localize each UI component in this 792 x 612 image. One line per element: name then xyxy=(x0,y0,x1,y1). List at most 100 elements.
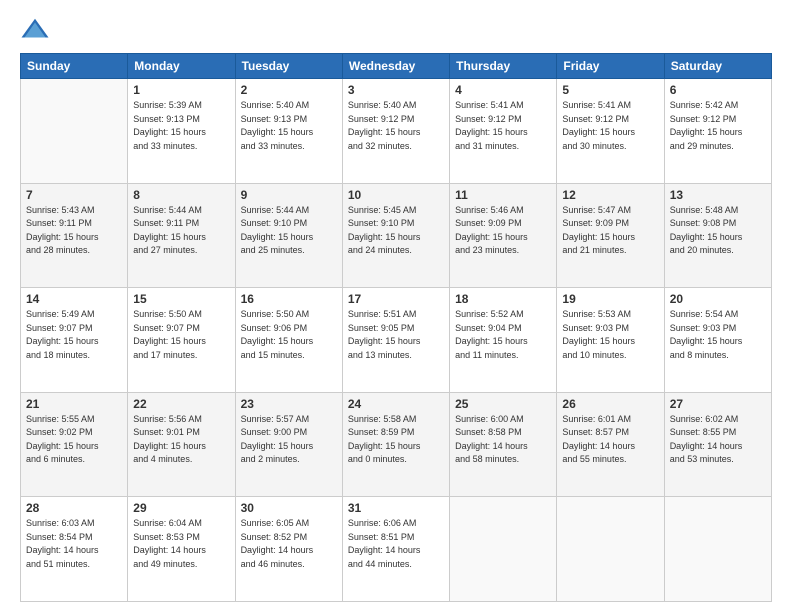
calendar-table: SundayMondayTuesdayWednesdayThursdayFrid… xyxy=(20,53,772,602)
day-number: 24 xyxy=(348,397,444,411)
day-info: Sunrise: 5:56 AM Sunset: 9:01 PM Dayligh… xyxy=(133,413,229,467)
calendar-day: 10 Sunrise: 5:45 AM Sunset: 9:10 PM Dayli… xyxy=(342,183,449,288)
day-info: Sunrise: 5:40 AM Sunset: 9:13 PM Dayligh… xyxy=(241,99,337,153)
day-info: Sunrise: 5:40 AM Sunset: 9:12 PM Dayligh… xyxy=(348,99,444,153)
day-info: Sunrise: 6:04 AM Sunset: 8:53 PM Dayligh… xyxy=(133,517,229,571)
day-number: 15 xyxy=(133,292,229,306)
calendar-day: 22 Sunrise: 5:56 AM Sunset: 9:01 PM Dayli… xyxy=(128,392,235,497)
calendar-header-row: SundayMondayTuesdayWednesdayThursdayFrid… xyxy=(21,54,772,79)
calendar-day: 31Sunrise: 6:06 AM Sunset: 8:51 PM Dayli… xyxy=(342,497,449,602)
page: SundayMondayTuesdayWednesdayThursdayFrid… xyxy=(0,0,792,612)
logo-icon xyxy=(20,15,50,45)
calendar-day: 16 Sunrise: 5:50 AM Sunset: 9:06 PM Dayli… xyxy=(235,288,342,393)
calendar-week-2: 7 Sunrise: 5:43 AM Sunset: 9:11 PM Daylig… xyxy=(21,183,772,288)
day-info: Sunrise: 6:03 AM Sunset: 8:54 PM Dayligh… xyxy=(26,517,122,571)
day-number: 11 xyxy=(455,188,551,202)
calendar-week-1: 1 Sunrise: 5:39 AM Sunset: 9:13 PM Daylig… xyxy=(21,79,772,184)
day-info: Sunrise: 6:05 AM Sunset: 8:52 PM Dayligh… xyxy=(241,517,337,571)
calendar-week-3: 14Sunrise: 5:49 AM Sunset: 9:07 PM Dayli… xyxy=(21,288,772,393)
day-info: Sunrise: 5:39 AM Sunset: 9:13 PM Dayligh… xyxy=(133,99,229,153)
day-info: Sunrise: 5:44 AM Sunset: 9:10 PM Dayligh… xyxy=(241,204,337,258)
day-info: Sunrise: 6:02 AM Sunset: 8:55 PM Dayligh… xyxy=(670,413,766,467)
calendar-day: 7 Sunrise: 5:43 AM Sunset: 9:11 PM Daylig… xyxy=(21,183,128,288)
day-info: Sunrise: 5:53 AM Sunset: 9:03 PM Dayligh… xyxy=(562,308,658,362)
calendar-header-sunday: Sunday xyxy=(21,54,128,79)
day-number: 10 xyxy=(348,188,444,202)
day-number: 31 xyxy=(348,501,444,515)
calendar-day xyxy=(664,497,771,602)
day-info: Sunrise: 5:41 AM Sunset: 9:12 PM Dayligh… xyxy=(562,99,658,153)
calendar-day: 25 Sunrise: 6:00 AM Sunset: 8:58 PM Dayli… xyxy=(450,392,557,497)
calendar-day: 11 Sunrise: 5:46 AM Sunset: 9:09 PM Dayli… xyxy=(450,183,557,288)
calendar-day: 19 Sunrise: 5:53 AM Sunset: 9:03 PM Dayli… xyxy=(557,288,664,393)
day-number: 17 xyxy=(348,292,444,306)
calendar-day: 21Sunrise: 5:55 AM Sunset: 9:02 PM Dayli… xyxy=(21,392,128,497)
calendar-day xyxy=(450,497,557,602)
day-number: 7 xyxy=(26,188,122,202)
day-number: 28 xyxy=(26,501,122,515)
day-number: 1 xyxy=(133,83,229,97)
calendar-day: 2 Sunrise: 5:40 AM Sunset: 9:13 PM Daylig… xyxy=(235,79,342,184)
logo xyxy=(20,15,54,45)
calendar-header-tuesday: Tuesday xyxy=(235,54,342,79)
day-info: Sunrise: 5:58 AM Sunset: 8:59 PM Dayligh… xyxy=(348,413,444,467)
day-info: Sunrise: 5:45 AM Sunset: 9:10 PM Dayligh… xyxy=(348,204,444,258)
calendar-header-wednesday: Wednesday xyxy=(342,54,449,79)
day-info: Sunrise: 5:50 AM Sunset: 9:06 PM Dayligh… xyxy=(241,308,337,362)
day-number: 20 xyxy=(670,292,766,306)
calendar-day: 26Sunrise: 6:01 AM Sunset: 8:57 PM Dayli… xyxy=(557,392,664,497)
day-info: Sunrise: 5:44 AM Sunset: 9:11 PM Dayligh… xyxy=(133,204,229,258)
calendar-day: 17 Sunrise: 5:51 AM Sunset: 9:05 PM Dayli… xyxy=(342,288,449,393)
calendar-day: 28 Sunrise: 6:03 AM Sunset: 8:54 PM Dayli… xyxy=(21,497,128,602)
calendar-day: 3 Sunrise: 5:40 AM Sunset: 9:12 PM Daylig… xyxy=(342,79,449,184)
calendar-day: 9 Sunrise: 5:44 AM Sunset: 9:10 PM Daylig… xyxy=(235,183,342,288)
day-number: 13 xyxy=(670,188,766,202)
day-number: 19 xyxy=(562,292,658,306)
day-number: 5 xyxy=(562,83,658,97)
calendar-week-4: 21Sunrise: 5:55 AM Sunset: 9:02 PM Dayli… xyxy=(21,392,772,497)
day-info: Sunrise: 5:47 AM Sunset: 9:09 PM Dayligh… xyxy=(562,204,658,258)
calendar-day: 18Sunrise: 5:52 AM Sunset: 9:04 PM Dayli… xyxy=(450,288,557,393)
day-info: Sunrise: 5:42 AM Sunset: 9:12 PM Dayligh… xyxy=(670,99,766,153)
day-info: Sunrise: 5:41 AM Sunset: 9:12 PM Dayligh… xyxy=(455,99,551,153)
calendar-day: 13 Sunrise: 5:48 AM Sunset: 9:08 PM Dayli… xyxy=(664,183,771,288)
calendar-day xyxy=(557,497,664,602)
day-number: 30 xyxy=(241,501,337,515)
day-info: Sunrise: 5:46 AM Sunset: 9:09 PM Dayligh… xyxy=(455,204,551,258)
day-number: 8 xyxy=(133,188,229,202)
day-number: 4 xyxy=(455,83,551,97)
day-info: Sunrise: 5:54 AM Sunset: 9:03 PM Dayligh… xyxy=(670,308,766,362)
day-number: 14 xyxy=(26,292,122,306)
header xyxy=(20,15,772,45)
calendar-day: 15 Sunrise: 5:50 AM Sunset: 9:07 PM Dayli… xyxy=(128,288,235,393)
calendar-day: 12 Sunrise: 5:47 AM Sunset: 9:09 PM Dayli… xyxy=(557,183,664,288)
calendar-day: 23Sunrise: 5:57 AM Sunset: 9:00 PM Dayli… xyxy=(235,392,342,497)
day-number: 16 xyxy=(241,292,337,306)
calendar-day: 27Sunrise: 6:02 AM Sunset: 8:55 PM Dayli… xyxy=(664,392,771,497)
day-number: 6 xyxy=(670,83,766,97)
calendar-day: 1 Sunrise: 5:39 AM Sunset: 9:13 PM Daylig… xyxy=(128,79,235,184)
day-info: Sunrise: 6:01 AM Sunset: 8:57 PM Dayligh… xyxy=(562,413,658,467)
calendar-day: 30 Sunrise: 6:05 AM Sunset: 8:52 PM Dayli… xyxy=(235,497,342,602)
day-number: 23 xyxy=(241,397,337,411)
calendar-header-friday: Friday xyxy=(557,54,664,79)
day-number: 25 xyxy=(455,397,551,411)
day-info: Sunrise: 5:43 AM Sunset: 9:11 PM Dayligh… xyxy=(26,204,122,258)
day-number: 29 xyxy=(133,501,229,515)
day-number: 9 xyxy=(241,188,337,202)
day-number: 21 xyxy=(26,397,122,411)
day-number: 12 xyxy=(562,188,658,202)
day-number: 22 xyxy=(133,397,229,411)
calendar-header-saturday: Saturday xyxy=(664,54,771,79)
day-number: 18 xyxy=(455,292,551,306)
day-number: 2 xyxy=(241,83,337,97)
calendar-day: 24 Sunrise: 5:58 AM Sunset: 8:59 PM Dayli… xyxy=(342,392,449,497)
day-info: Sunrise: 6:00 AM Sunset: 8:58 PM Dayligh… xyxy=(455,413,551,467)
day-number: 3 xyxy=(348,83,444,97)
day-info: Sunrise: 5:51 AM Sunset: 9:05 PM Dayligh… xyxy=(348,308,444,362)
calendar-header-monday: Monday xyxy=(128,54,235,79)
day-info: Sunrise: 5:50 AM Sunset: 9:07 PM Dayligh… xyxy=(133,308,229,362)
calendar-day xyxy=(21,79,128,184)
day-info: Sunrise: 5:48 AM Sunset: 9:08 PM Dayligh… xyxy=(670,204,766,258)
calendar-day: 8 Sunrise: 5:44 AM Sunset: 9:11 PM Daylig… xyxy=(128,183,235,288)
